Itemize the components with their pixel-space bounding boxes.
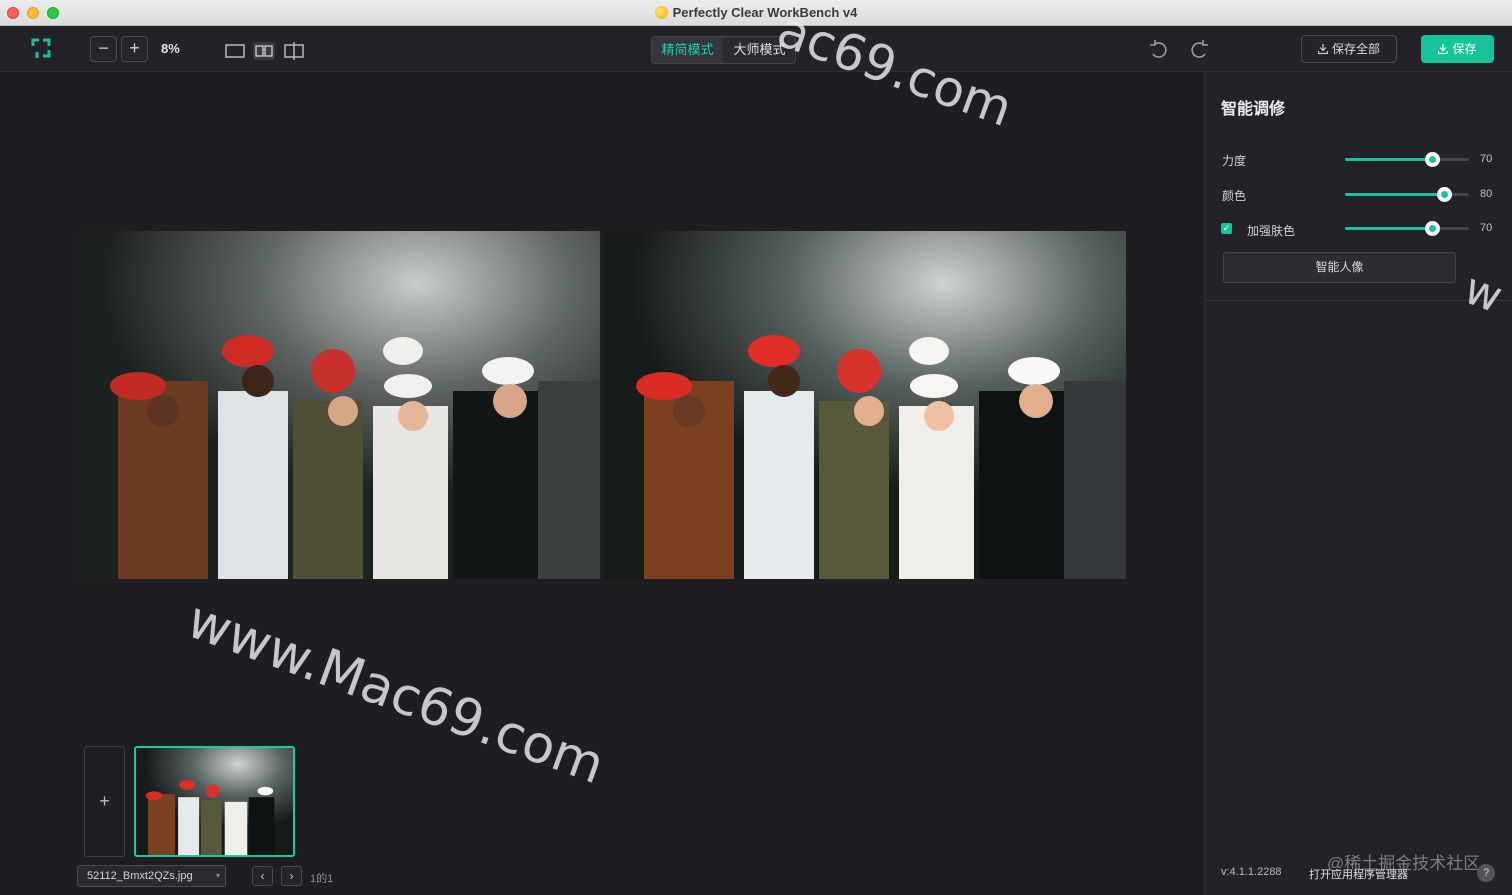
panel-title: 智能调修 (1221, 101, 1286, 118)
toolbar: − + 8% 精简模式 大师模式 保存全部 保存 (0, 26, 1512, 72)
app-logo-icon (31, 38, 51, 58)
strength-value: 70 (1480, 153, 1493, 165)
enhance-skin-label: 加强肤色 (1247, 224, 1296, 238)
file-select[interactable]: 52112_Bmxt2QZs.jpg ▾ (77, 865, 226, 887)
zoom-in-button[interactable]: + (121, 36, 148, 62)
split-view-icon[interactable] (283, 42, 305, 60)
mode-switch: 精简模式 大师模式 (651, 36, 796, 64)
zoom-level: 8% (161, 41, 180, 56)
enhanced-photo (604, 231, 1126, 579)
version-text: v:4.1.1.2288 (1221, 866, 1282, 878)
enhance-skin-slider-handle[interactable] (1424, 221, 1440, 236)
save-button[interactable]: 保存 (1421, 35, 1494, 63)
add-image-button[interactable]: + (84, 746, 125, 857)
color-label: 颜色 (1222, 189, 1247, 203)
color-value: 80 (1480, 188, 1493, 200)
single-view-icon[interactable] (224, 42, 246, 60)
strength-label: 力度 (1222, 154, 1247, 168)
save-all-label: 保存全部 (1331, 42, 1380, 56)
window-title: Perfectly Clear WorkBench v4 (0, 5, 1512, 20)
chevron-down-icon: ▾ (215, 871, 220, 880)
open-app-manager-link[interactable]: 打开应用程序管理器 (1309, 866, 1408, 882)
next-image-button[interactable]: › (281, 866, 302, 886)
page-count: 1的1 (310, 873, 334, 885)
app-icon (654, 6, 668, 19)
enhance-skin-slider-fill (1345, 227, 1432, 230)
tab-master-mode[interactable]: 大师模式 (724, 37, 795, 63)
download-icon (1317, 44, 1328, 54)
enhance-skin-checkbox[interactable]: ✓ (1221, 223, 1232, 234)
strength-slider-handle[interactable] (1424, 152, 1440, 167)
side-by-side-view-icon[interactable] (253, 42, 275, 60)
image-thumbnail[interactable] (134, 746, 295, 857)
color-slider[interactable] (1345, 187, 1469, 202)
color-slider-fill (1345, 193, 1445, 196)
app-window: Perfectly Clear WorkBench v4 − + 8% 精简模式… (0, 0, 1512, 895)
zoom-out-button[interactable]: − (90, 36, 117, 62)
thumbnail-image (136, 748, 293, 855)
tab-simple-mode[interactable]: 精简模式 (652, 37, 723, 63)
strength-slider-fill (1345, 158, 1432, 161)
redo-icon[interactable] (1190, 39, 1210, 59)
window-title-text: Perfectly Clear WorkBench v4 (672, 5, 858, 20)
original-photo (78, 231, 600, 579)
file-name: 52112_Bmxt2QZs.jpg (87, 870, 193, 882)
adjust-panel: 智能调修 力度 70 颜色 80 ✓ 加强肤色 70 智能人像 @稀土掘金技术社… (1204, 72, 1512, 895)
prev-image-button[interactable]: ‹ (252, 866, 273, 886)
color-slider-handle[interactable] (1437, 187, 1453, 202)
smart-portrait-button[interactable]: 智能人像 (1223, 252, 1456, 283)
help-icon[interactable]: ? (1477, 864, 1495, 882)
enhance-skin-value: 70 (1480, 222, 1493, 234)
save-label: 保存 (1452, 42, 1477, 56)
save-all-button[interactable]: 保存全部 (1301, 35, 1397, 63)
download-icon (1438, 44, 1449, 54)
title-bar: Perfectly Clear WorkBench v4 (0, 0, 1512, 26)
panel-divider (1205, 300, 1512, 301)
enhance-skin-slider[interactable] (1345, 221, 1469, 236)
undo-icon[interactable] (1148, 39, 1168, 59)
strength-slider[interactable] (1345, 152, 1469, 167)
